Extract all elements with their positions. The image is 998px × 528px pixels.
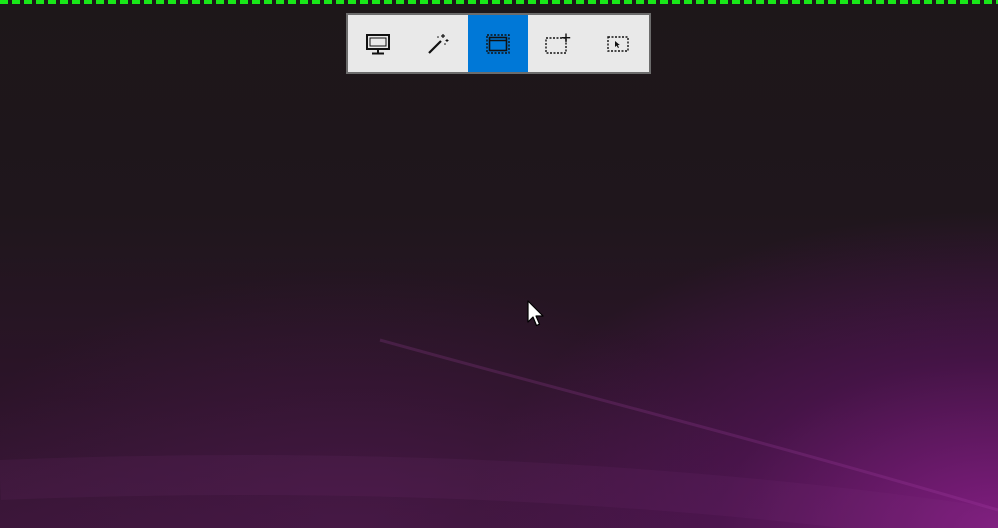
desktop-wallpaper [0, 0, 998, 528]
fullscreen-capture-button[interactable] [348, 15, 408, 72]
arrow-cursor-icon [527, 300, 544, 327]
screen-capture-border [0, 0, 998, 4]
add-region-capture-button[interactable] [528, 15, 588, 72]
window-icon [486, 33, 510, 54]
dashed-rect-plus-icon [545, 33, 571, 54]
monitor-icon [366, 33, 390, 54]
wallpaper-light-sweep [0, 338, 998, 528]
capture-mode-toolbar [346, 13, 651, 74]
region-capture-button[interactable] [588, 15, 648, 72]
auto-capture-button[interactable] [408, 15, 468, 72]
window-capture-button[interactable] [468, 15, 528, 72]
magic-wand-icon [428, 33, 449, 54]
dashed-rect-cursor-icon [607, 35, 629, 52]
